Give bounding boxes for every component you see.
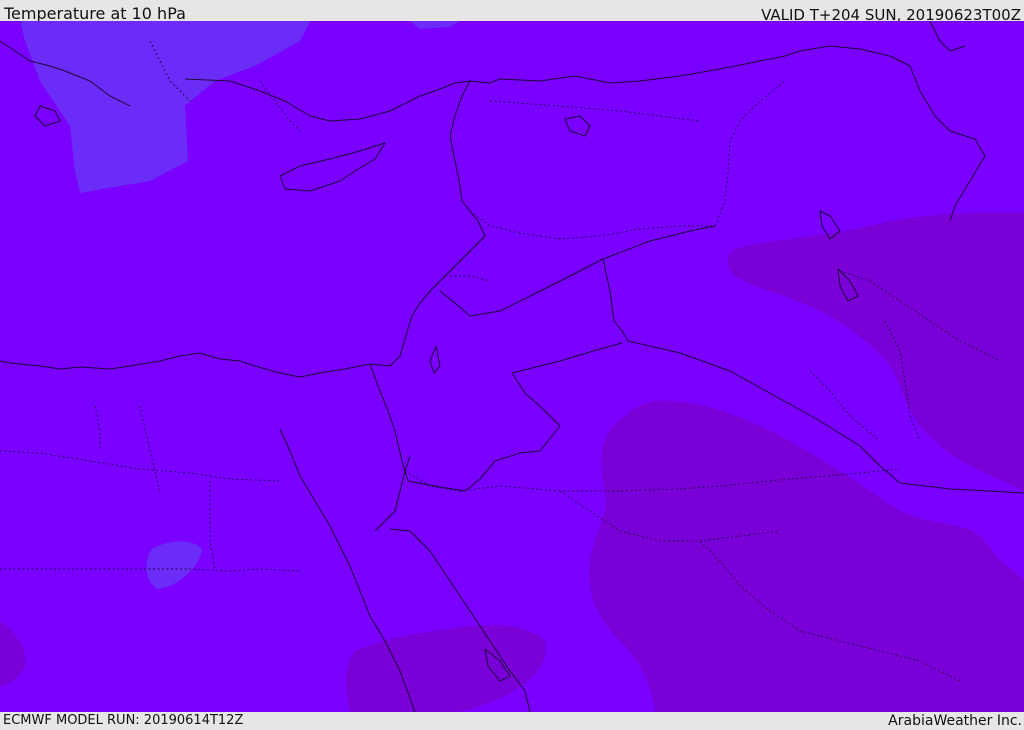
credit-text: ArabiaWeather Inc. xyxy=(888,713,1022,730)
footer-bar: ECMWF MODEL RUN: 20190614T12Z ArabiaWeat… xyxy=(0,712,1024,729)
model-run: ECMWF MODEL RUN: 20190614T12Z xyxy=(3,712,243,729)
weather-map xyxy=(0,21,1024,712)
header-bar: Temperature at 10 hPa VALID T+204 SUN, 2… xyxy=(0,0,1024,21)
